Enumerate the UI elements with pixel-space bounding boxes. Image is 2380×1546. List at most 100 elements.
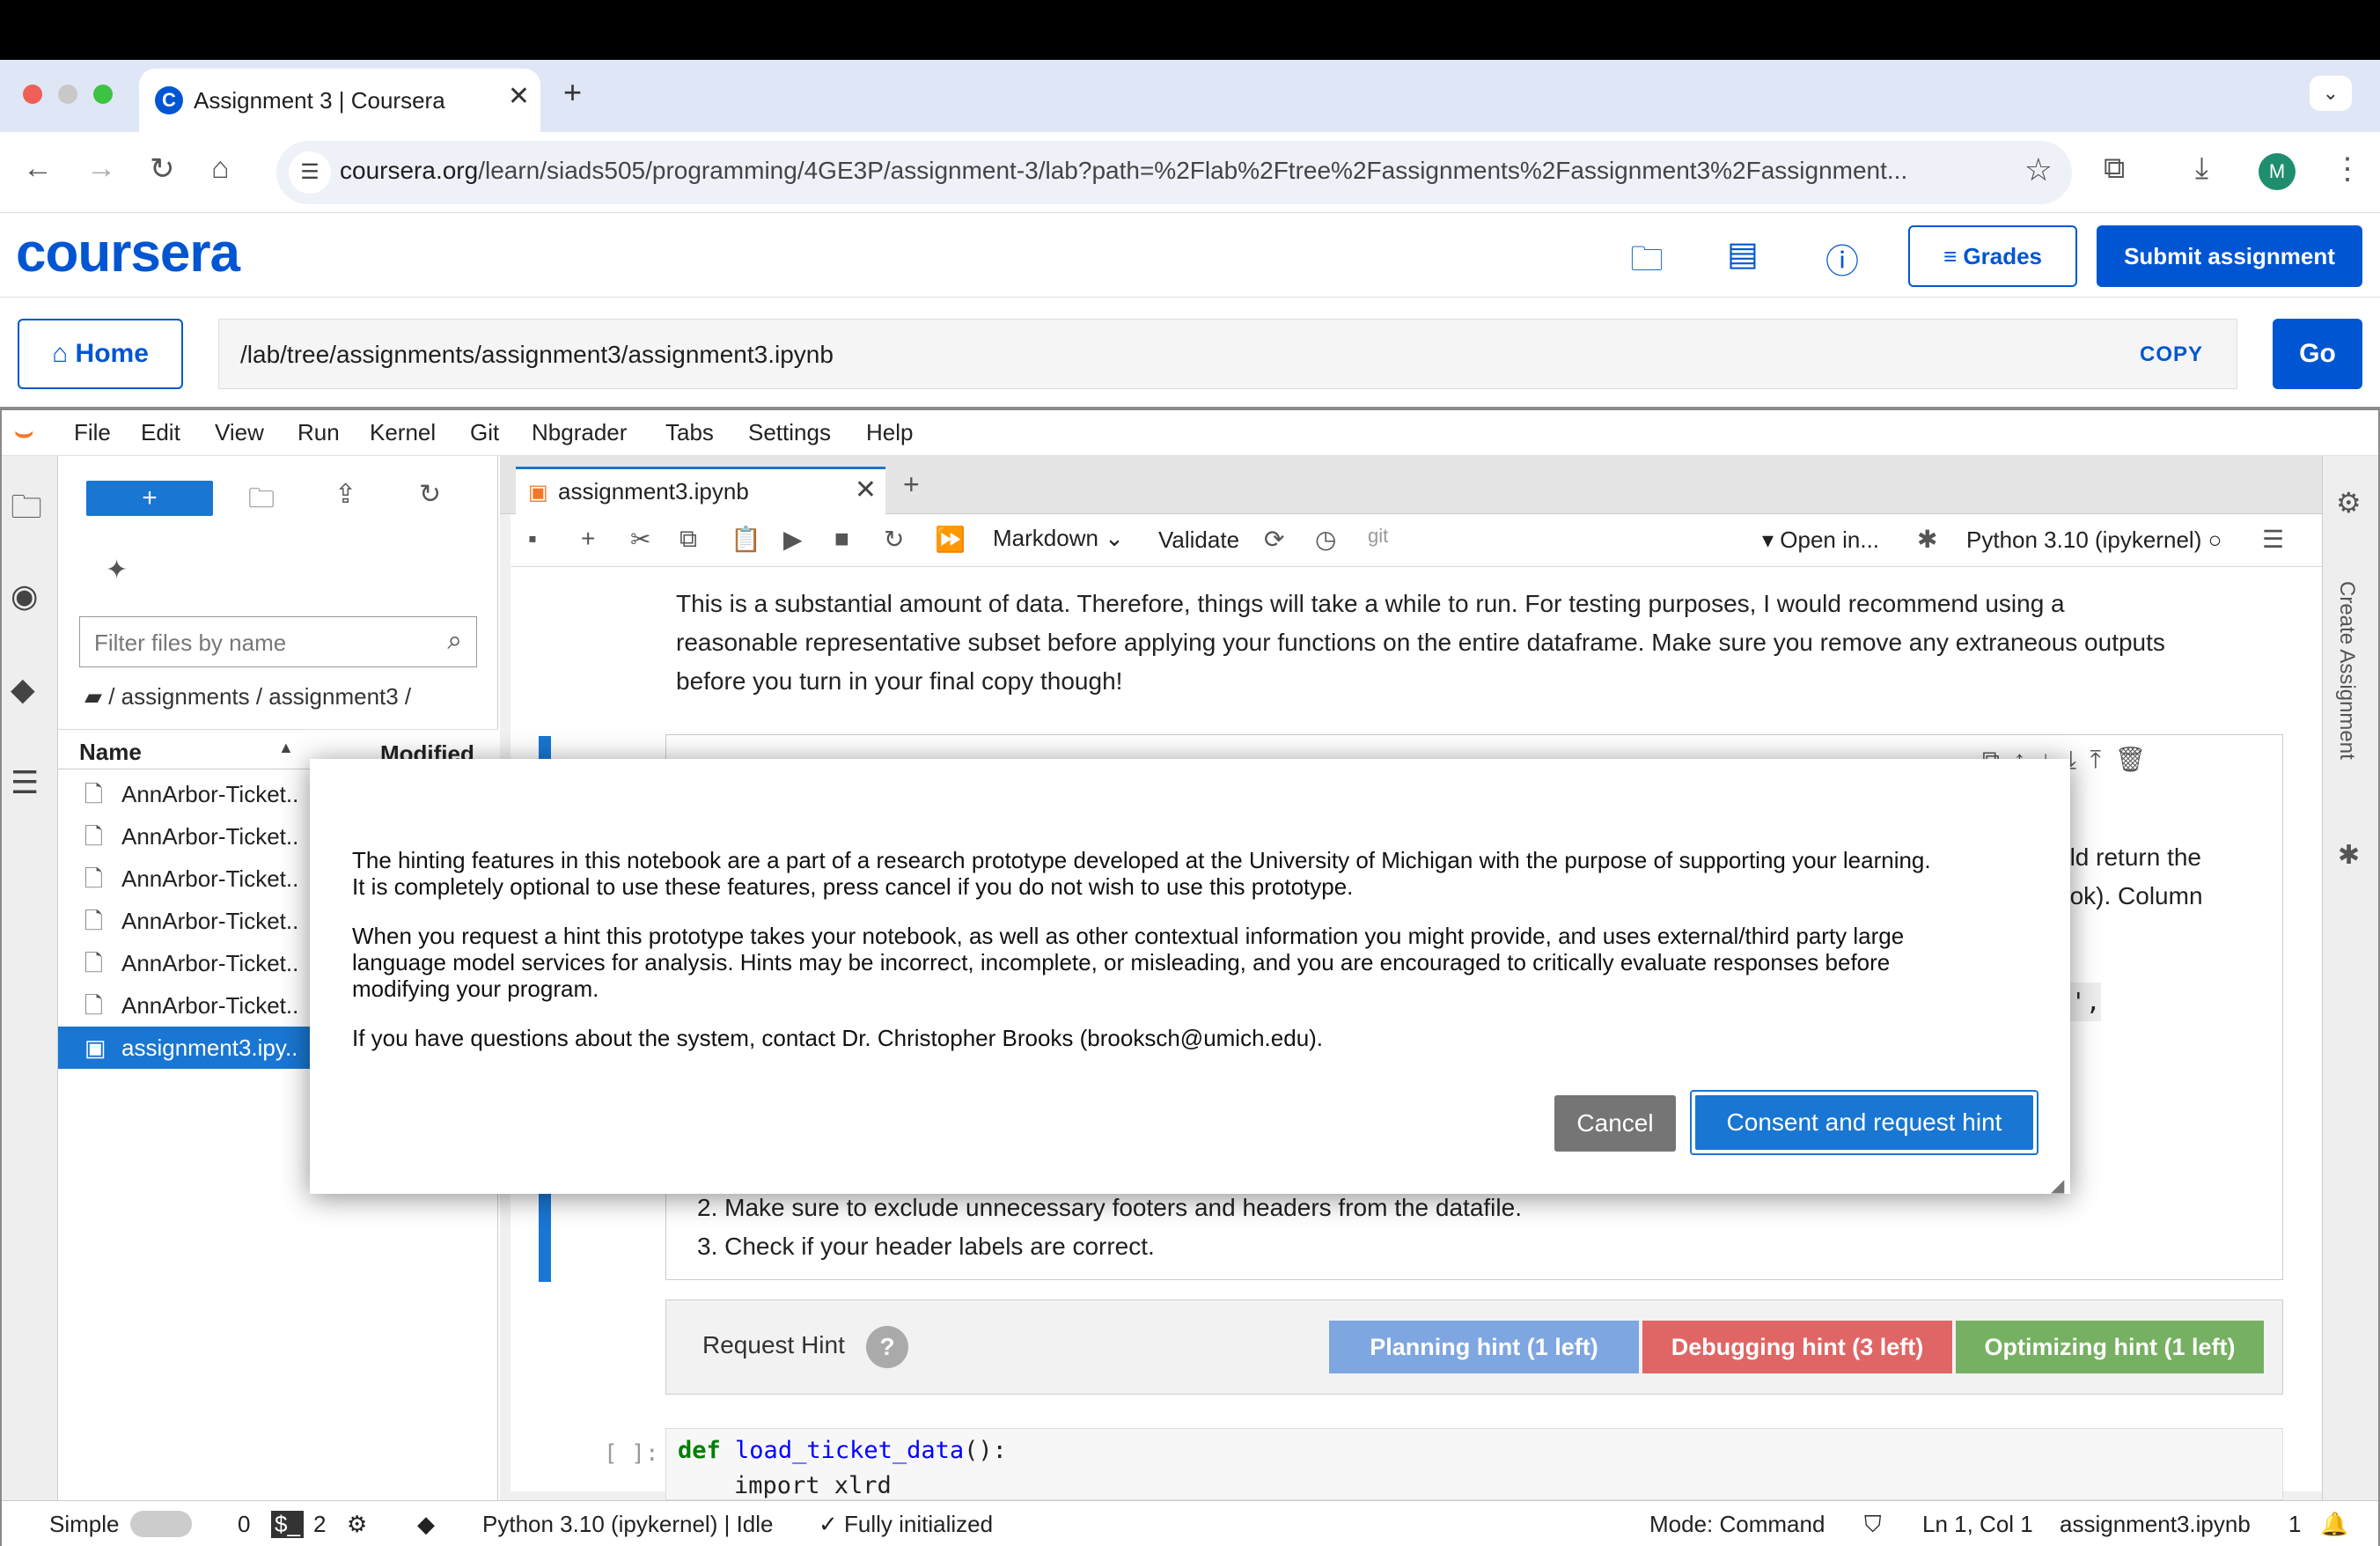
- git-status-icon[interactable]: ◆: [417, 1511, 435, 1538]
- menu-view[interactable]: View: [215, 419, 264, 446]
- debugging-hint-button[interactable]: Debugging hint (3 left): [1642, 1321, 1952, 1373]
- refresh-icon[interactable]: ↻: [419, 479, 441, 510]
- sync-icon[interactable]: ⟳: [1264, 525, 1284, 554]
- menu-nbgrader[interactable]: Nbgrader: [532, 419, 627, 446]
- window-close-icon[interactable]: [23, 85, 42, 104]
- menu-settings[interactable]: Settings: [748, 419, 831, 446]
- validate-button[interactable]: Validate: [1158, 526, 1239, 554]
- partial-text-2: ook). Column: [2056, 882, 2203, 909]
- running-kernels-icon[interactable]: ◉: [11, 578, 38, 615]
- grades-list-icon: ≡: [1943, 243, 1964, 269]
- tab-close-icon[interactable]: ✕: [508, 81, 530, 112]
- file-browser-icon[interactable]: 🗀: [11, 484, 42, 538]
- property-inspector-gear-icon[interactable]: ⚙: [2336, 486, 2362, 519]
- menu-run[interactable]: Run: [298, 419, 340, 446]
- submit-assignment-button[interactable]: Submit assignment: [2097, 225, 2362, 287]
- partial-text-1: uld return the: [2056, 843, 2201, 871]
- copy-button[interactable]: COPY: [2140, 342, 2203, 367]
- consent-and-request-hint-button[interactable]: Consent and request hint: [1695, 1095, 2033, 1150]
- create-assignment-tab[interactable]: Create Assignment: [2334, 581, 2359, 760]
- filter-files-input[interactable]: Filter files by name ⌕: [79, 616, 477, 667]
- breadcrumb[interactable]: ▰ / assignments / assignment3 /: [84, 683, 411, 710]
- menu-help[interactable]: Help: [866, 419, 913, 446]
- lab-path-field[interactable]: /lab/tree/assignments/assignment3/assign…: [218, 319, 2237, 389]
- mode-indicator: Mode: Command: [1649, 1511, 1825, 1537]
- planning-hint-button[interactable]: Planning hint (1 left): [1329, 1321, 1639, 1373]
- address-bar[interactable]: ☰ coursera.org/learn/siads505/programmin…: [276, 141, 2072, 204]
- paste-icon[interactable]: 📋: [731, 525, 761, 554]
- cancel-button[interactable]: Cancel: [1554, 1095, 1676, 1152]
- git-label[interactable]: git: [1368, 525, 1388, 548]
- simple-mode-toggle[interactable]: [130, 1511, 192, 1537]
- resize-handle-icon[interactable]: ◢: [2051, 1174, 2064, 1196]
- notebook-tab-icon: ▣: [528, 481, 548, 504]
- debugger-icon[interactable]: ✱: [2338, 840, 2360, 871]
- lsp-status[interactable]: ✓ Fully initialized: [819, 1511, 993, 1538]
- history-clock-icon[interactable]: ◷: [1315, 525, 1336, 554]
- dialog-para1-line1: The hinting features in this notebook ar…: [352, 847, 1931, 873]
- grades-button[interactable]: ≡ Grades: [1908, 225, 2077, 287]
- stop-icon[interactable]: ■: [834, 525, 849, 553]
- table-of-contents-icon[interactable]: ☰: [11, 764, 39, 801]
- hamburger-menu-icon[interactable]: ☰: [2262, 525, 2284, 554]
- debugger-bug-icon[interactable]: ✱: [1917, 525, 1937, 554]
- window-minimize-icon[interactable]: [58, 85, 77, 104]
- new-folder-icon[interactable]: 🗀: [248, 479, 275, 524]
- reload-icon[interactable]: ↻: [150, 151, 175, 187]
- back-arrow-icon[interactable]: ←: [23, 151, 53, 186]
- consent-button-focus-ring[interactable]: Consent and request hint: [1690, 1090, 2038, 1155]
- browser-tab[interactable]: C Assignment 3 | Coursera ✕: [139, 69, 540, 132]
- tab-search-chevron-icon[interactable]: ⌄: [2310, 76, 2352, 111]
- new-launcher-button[interactable]: +: [86, 481, 213, 516]
- menu-file[interactable]: File: [74, 419, 111, 446]
- menu-kernel[interactable]: Kernel: [370, 419, 436, 446]
- git-icon[interactable]: ◆: [11, 671, 35, 708]
- help-icon[interactable]: ⓘ: [1825, 234, 1859, 283]
- browser-menu-icon[interactable]: ⋮: [2332, 151, 2362, 187]
- file-icon: 🗋: [84, 823, 103, 850]
- file-icon: 🗋: [84, 781, 103, 807]
- col-name[interactable]: Name: [79, 739, 142, 766]
- insert-cell-icon[interactable]: +: [581, 525, 595, 553]
- cell-type-select[interactable]: Markdown ⌄: [993, 525, 1124, 552]
- profile-avatar[interactable]: M: [2259, 153, 2296, 190]
- notebook-file-icon: ▣: [84, 1034, 107, 1061]
- coursera-logo[interactable]: coursera: [16, 222, 240, 284]
- cut-icon[interactable]: ✂: [630, 525, 650, 554]
- home-button[interactable]: ⌂ Home: [18, 319, 183, 389]
- bookmark-star-icon[interactable]: ☆: [2024, 151, 2053, 188]
- bell-icon[interactable]: 🔔: [2320, 1511, 2348, 1538]
- extensions-puzzle-icon[interactable]: ⧉: [2104, 151, 2125, 186]
- run-icon[interactable]: ▶: [783, 525, 803, 554]
- notebook-tab[interactable]: ▣ assignment3.ipynb ✕: [516, 467, 885, 514]
- cursor-position[interactable]: Ln 1, Col 1: [1922, 1511, 2033, 1538]
- upload-icon[interactable]: ⇪: [334, 479, 356, 510]
- kernel-status[interactable]: Python 3.10 (ipykernel) | Idle: [482, 1511, 773, 1538]
- restart-icon[interactable]: ↻: [884, 525, 904, 554]
- jupyter-logo-icon: ⌣: [14, 416, 34, 449]
- kernel-name[interactable]: Python 3.10 (ipykernel) ○: [1966, 526, 2222, 554]
- git-clone-icon[interactable]: ✦: [106, 555, 128, 585]
- copy-icon[interactable]: ⧉: [679, 525, 697, 554]
- open-in-dropdown[interactable]: ▾ Open in...: [1762, 526, 1879, 554]
- site-settings-icon[interactable]: ☰: [289, 151, 331, 194]
- request-hint-label: Request Hint: [702, 1331, 845, 1358]
- download-icon[interactable]: ⤓: [2195, 151, 2208, 186]
- add-tab-icon[interactable]: +: [903, 468, 920, 501]
- folder-icon[interactable]: 🗀: [1630, 234, 1664, 291]
- home-icon[interactable]: ⌂: [211, 151, 230, 186]
- hint-help-icon[interactable]: ?: [866, 1326, 908, 1368]
- menu-edit[interactable]: Edit: [141, 419, 180, 446]
- window-maximize-icon[interactable]: [93, 85, 113, 104]
- new-tab-icon[interactable]: +: [563, 74, 582, 111]
- notebook-icon[interactable]: ▤: [1727, 234, 1759, 274]
- close-tab-icon[interactable]: ✕: [855, 475, 877, 505]
- fast-forward-icon[interactable]: ⏩: [935, 525, 966, 554]
- menu-git[interactable]: Git: [470, 419, 499, 446]
- forward-arrow-icon[interactable]: →: [86, 151, 116, 186]
- notification-count: 1: [2288, 1511, 2302, 1537]
- optimizing-hint-button[interactable]: Optimizing hint (1 left): [1956, 1321, 2264, 1373]
- go-button[interactable]: Go: [2273, 319, 2362, 389]
- menu-tabs[interactable]: Tabs: [665, 419, 714, 446]
- save-icon[interactable]: ▪: [528, 525, 537, 553]
